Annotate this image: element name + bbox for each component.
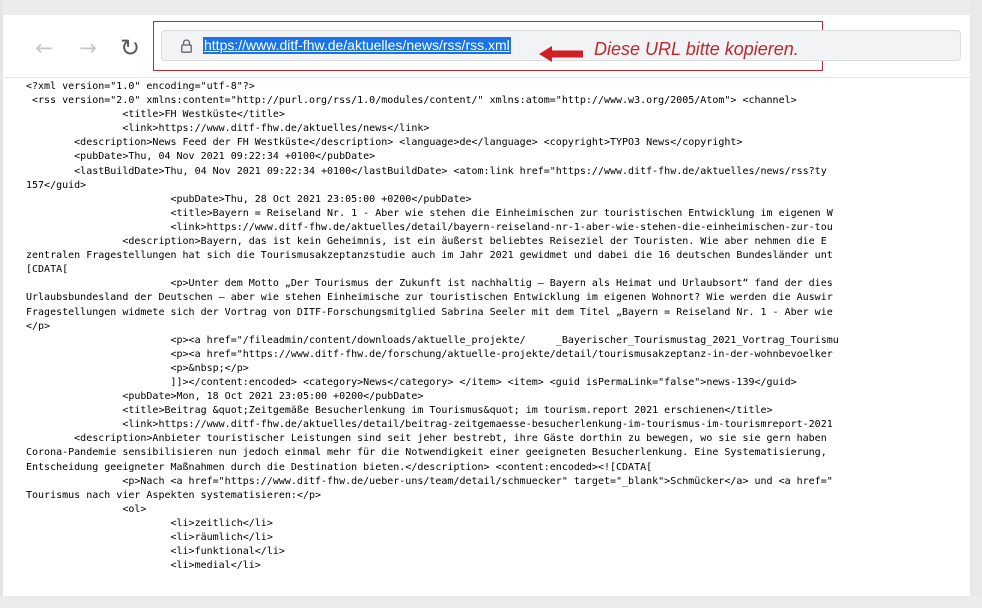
xml-line: Entscheidung geeigneter Maßnahmen durch … <box>26 461 653 473</box>
top-frame-strip <box>0 0 982 15</box>
xml-line: <p><a href="/fileadmin/content/downloads… <box>26 334 839 346</box>
browser-toolbar: ← → ↻ https://www.ditf-fhw.de/aktuelles/… <box>3 15 970 78</box>
xml-line: <link>https://www.ditf-fhw.de/aktuelles/… <box>26 419 833 431</box>
xml-line: ]]></content:encoded> <category>News</ca… <box>26 376 797 388</box>
xml-line: <p><a href="https://www.ditf-fhw.de/fors… <box>26 348 833 360</box>
xml-line: <li>medial</li> <box>26 560 261 572</box>
xml-line: <li>räumlich</li> <box>26 532 273 543</box>
xml-line: <pubDate>Thu, 28 Oct 2021 23:05:00 +0200… <box>26 193 472 205</box>
right-frame-strip <box>970 0 982 608</box>
xml-line: <?xml version="1.0" encoding="utf-8"?> <box>26 81 255 92</box>
xml-line: Fragestellungen widmete sich der Vortrag… <box>26 306 833 318</box>
xml-line: <link>https://www.ditf-fhw.de/aktuelles/… <box>26 221 833 233</box>
xml-line: <title>Beitrag &quot;Zeitgemäße Besucher… <box>26 405 773 417</box>
xml-line: 157</guid> <box>26 179 87 191</box>
lock-icon[interactable] <box>181 39 192 53</box>
back-arrow-icon[interactable]: ← <box>31 35 57 61</box>
xml-line: <p>Nach <a href="https://www.ditf-fhw.de… <box>26 475 833 487</box>
bottom-frame-strip <box>0 596 982 608</box>
reload-icon[interactable]: ↻ <box>117 35 143 61</box>
xml-line: <ol> <box>26 503 147 515</box>
xml-line: <description>Bayern, das ist kein Geheim… <box>26 236 827 248</box>
rss-xml-source: <?xml version="1.0" encoding="utf-8"?> <… <box>26 80 970 596</box>
xml-line: <pubDate>Thu, 04 Nov 2021 09:22:34 +0100… <box>26 151 376 163</box>
xml-line: <title>Bayern = Reiseland Nr. 1 - Aber w… <box>26 207 833 219</box>
xml-line: <li>zeitlich</li> <box>26 517 273 529</box>
xml-line: Urlaubsbundesland der Deutschen – aber w… <box>26 292 833 304</box>
left-frame-edge <box>0 0 3 608</box>
xml-line: <lastBuildDate>Thu, 04 Nov 2021 09:22:34… <box>26 165 827 177</box>
xml-line: Corona-Pandemie sensibilisieren nun jedo… <box>26 447 827 459</box>
xml-line: zentralen Fragestellungen hat sich die T… <box>26 250 833 262</box>
forward-arrow-icon[interactable]: → <box>75 35 101 61</box>
xml-line: [CDATA[ <box>26 264 69 276</box>
xml-line: <rss version="2.0" xmlns:content="http:/… <box>26 95 797 107</box>
xml-line: <link>https://www.ditf-fhw.de/aktuelles/… <box>26 123 430 135</box>
red-arrow-icon <box>539 46 583 62</box>
xml-line: <p>Unter dem Motto „Der Tourismus der Zu… <box>26 278 833 290</box>
xml-line: <li>funktional</li> <box>26 546 285 558</box>
copy-url-annotation: Diese URL bitte kopieren. <box>594 39 799 59</box>
xml-line: </p> <box>26 320 51 332</box>
xml-line: <description>Anbieter touristischer Leis… <box>26 433 827 445</box>
url-text-selected[interactable]: https://www.ditf-fhw.de/aktuelles/news/r… <box>203 37 511 54</box>
xml-line: <p>&nbsp;</p> <box>26 362 249 374</box>
xml-line: <pubDate>Mon, 18 Oct 2021 23:05:00 +0200… <box>26 391 424 403</box>
xml-line: Tourismus nach vier Aspekten systematisi… <box>26 489 322 501</box>
xml-line: <description>News Feed der FH Westküste<… <box>26 137 743 149</box>
xml-line: <title>FH Westküste</title> <box>26 109 285 121</box>
